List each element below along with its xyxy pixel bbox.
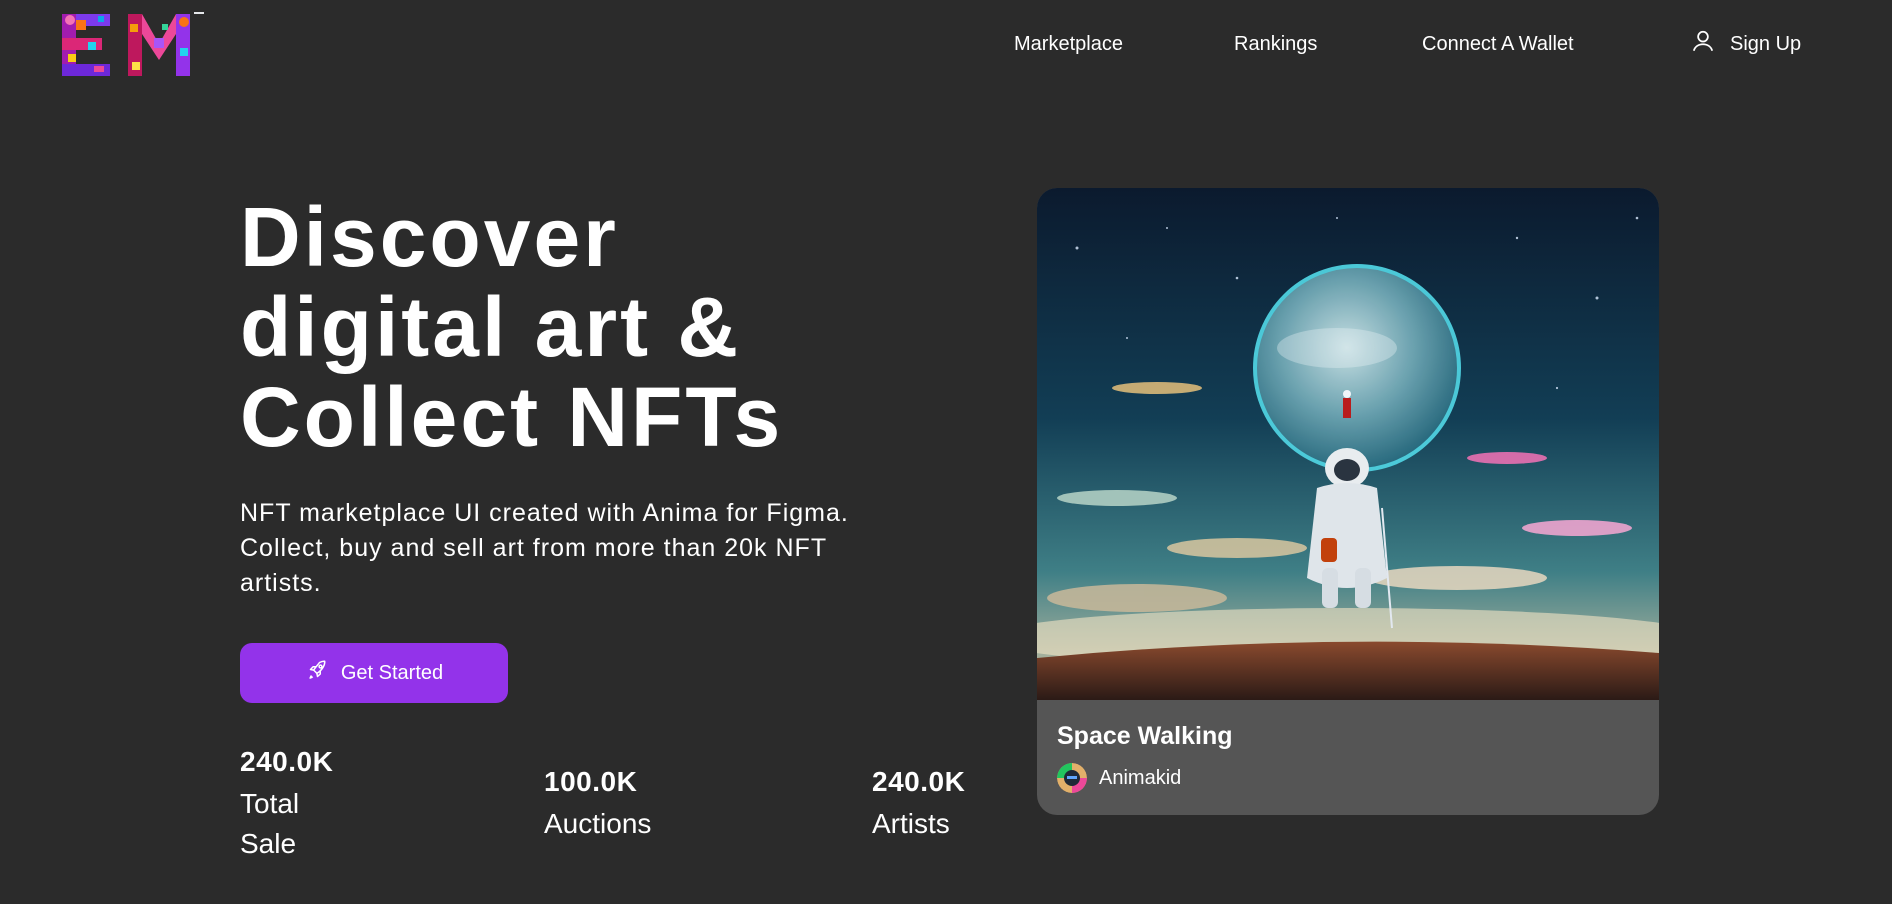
nft-artist[interactable]: Animakid	[1057, 763, 1233, 793]
rocket-icon	[305, 658, 329, 688]
sign-up-label: Sign Up	[1730, 32, 1802, 55]
stat-artists: 240.0K Artists	[872, 766, 965, 844]
stat-auctions: 100.0K Auctions	[544, 766, 651, 844]
hero-description: NFT marketplace UI created with Anima fo…	[240, 499, 849, 597]
hero-title-line-2: digital art &	[240, 280, 742, 374]
nav-marketplace[interactable]: Marketplace	[1014, 33, 1123, 56]
nft-title[interactable]: Space Walking	[1057, 722, 1233, 751]
stat-total-sale: 240.0K Total Sale	[240, 746, 350, 864]
stat-value: 240.0K	[872, 766, 966, 797]
stat-value: 240.0K	[240, 746, 334, 777]
hero-title-line-1: Discover	[240, 190, 619, 284]
hero-title-line-3: Collect NFTs	[240, 370, 784, 464]
stat-label: Auctions	[544, 808, 652, 839]
stat-label: Artists	[872, 808, 950, 839]
get-started-label: Get Started	[340, 661, 444, 684]
nft-card-info: Space Walking Animakid	[1057, 722, 1233, 793]
user-icon	[1690, 28, 1716, 60]
stat-value: 100.0K	[544, 766, 638, 797]
stat-label: Total Sale	[240, 788, 300, 859]
nft-artwork[interactable]	[1037, 188, 1659, 700]
get-started-button[interactable]: Get Started	[240, 643, 508, 703]
site-header: Marketplace Rankings Connect A Wallet Si…	[0, 0, 1892, 86]
nav-rankings[interactable]: Rankings	[1234, 33, 1317, 56]
avatar	[1057, 763, 1087, 793]
nft-artist-name: Animakid	[1099, 766, 1182, 789]
nav-connect-wallet[interactable]: Connect A Wallet	[1422, 33, 1574, 56]
brand-logo[interactable]	[58, 8, 218, 82]
hero-title: Discover digital art & Collect NFTs	[240, 192, 920, 462]
featured-nft-card[interactable]: Space Walking Animakid	[1037, 188, 1659, 815]
logo-graphic	[62, 12, 204, 76]
sign-up-link[interactable]: Sign Up	[1690, 28, 1801, 60]
